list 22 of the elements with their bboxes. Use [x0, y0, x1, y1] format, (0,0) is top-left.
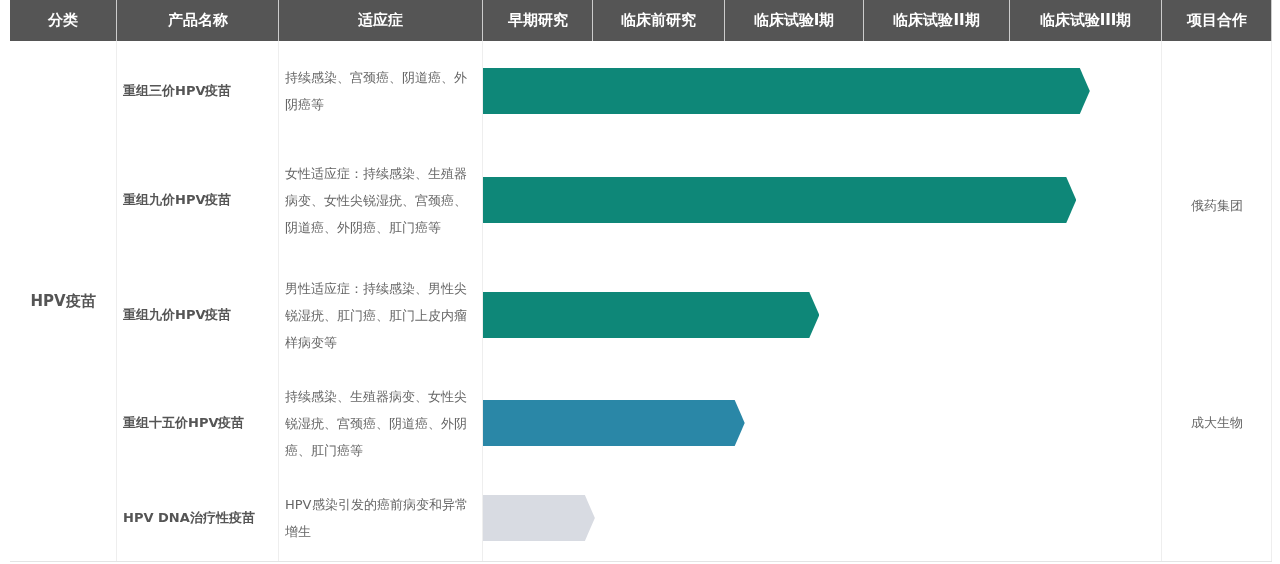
column-header: 临床试验II期 — [864, 0, 1010, 41]
partner-name: 成大生物 — [1190, 414, 1243, 432]
column-header: 临床试验III期 — [1010, 0, 1162, 41]
column-header: 项目合作 — [1162, 0, 1272, 41]
column-header: 临床试验I期 — [725, 0, 864, 41]
product-name: 重组九价HPV疫苗 — [122, 191, 232, 209]
indication-text: 女性适应症：持续感染、生殖器病变、女性尖锐湿疣、宫颈癌、阴道癌、外阴癌、肛门癌等 — [284, 164, 468, 237]
column-header: 适应症 — [279, 0, 483, 41]
partner-name: 俄药集团 — [1190, 197, 1243, 215]
column-header: 早期研究 — [483, 0, 593, 41]
indication-text: 持续感染、生殖器病变、女性尖锐湿疣、宫颈癌、阴道癌、外阴癌、肛门癌等 — [284, 387, 468, 460]
column-header: 临床前研究 — [593, 0, 725, 41]
indication-text: 男性适应症：持续感染、男性尖锐湿疣、肛门癌、肛门上皮内瘤样病变等 — [284, 279, 468, 352]
product-name: HPV DNA治疗性疫苗 — [122, 509, 255, 527]
indication-text: 持续感染、宫颈癌、阴道癌、外阴癌等 — [284, 69, 468, 114]
product-name: 重组九价HPV疫苗 — [122, 306, 232, 324]
column-header: 分类 — [10, 0, 117, 41]
indication-text: HPV感染引发的癌前病变和异常增生 — [284, 496, 469, 541]
product-name: 重组十五价HPV疫苗 — [122, 414, 245, 432]
product-name: 重组三价HPV疫苗 — [122, 82, 232, 100]
column-header: 产品名称 — [117, 0, 279, 41]
category-name: HPV疫苗 — [30, 291, 96, 311]
